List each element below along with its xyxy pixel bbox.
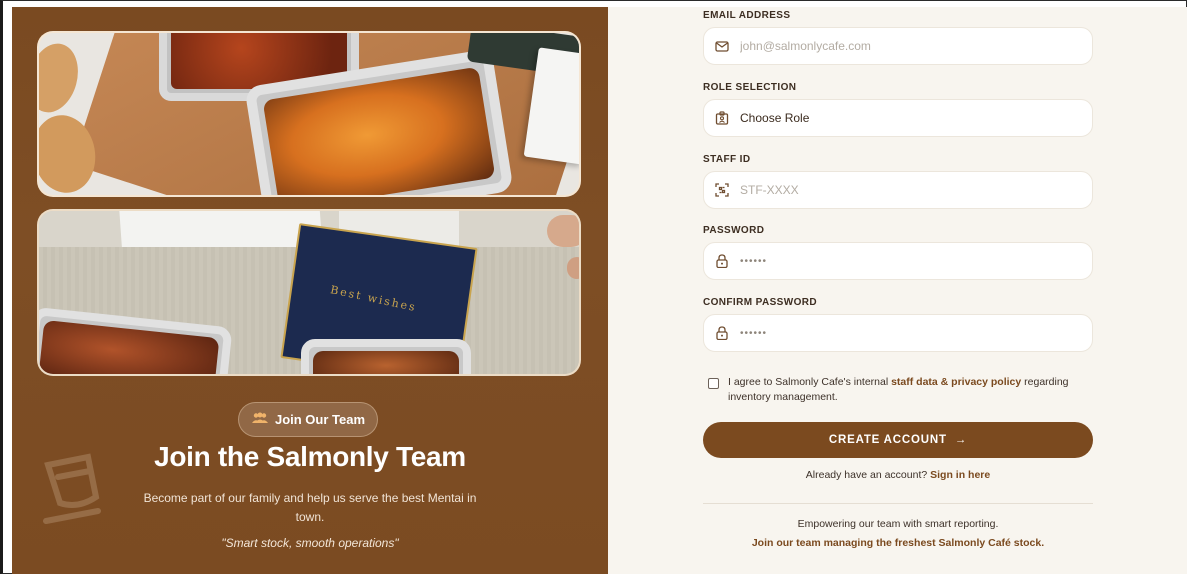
lock-icon	[704, 326, 740, 340]
signin-prompt: Already have an account? Sign in here	[703, 469, 1093, 481]
hero-panel: Best wishes Join Our Team Join the Salmo…	[12, 7, 608, 574]
footer-tagline: Empowering our team with smart reporting…	[797, 518, 999, 530]
hero-photo-dessert-trays	[37, 31, 581, 197]
page-title: Join the Salmonly Team	[154, 441, 466, 472]
staff-id-input[interactable]	[740, 183, 1070, 197]
agree-text: I agree to Salmonly Cafe's internal staf…	[728, 375, 1098, 405]
badge-label: Join Our Team	[274, 412, 366, 427]
agree-row: I agree to Salmonly Cafe's internal staf…	[708, 375, 1098, 405]
staff-id-field-wrapper	[703, 171, 1093, 209]
agree-text-prefix: I agree to Salmonly Cafe's internal	[728, 376, 892, 388]
mail-icon	[704, 40, 740, 52]
signin-prefix: Already have an account?	[805, 469, 931, 481]
staff-id-label: STAFF ID	[703, 154, 751, 165]
signin-link[interactable]: Sign in here	[930, 469, 990, 481]
email-label: EMAIL ADDRESS	[703, 10, 791, 21]
confirm-password-label: CONFIRM PASSWORD	[703, 297, 817, 308]
signup-form: EMAIL ADDRESS ROLE SELECTION Choose Role…	[608, 7, 1187, 574]
join-team-badge: Join Our Team	[238, 402, 378, 437]
greeting-card-text: Best wishes	[329, 283, 418, 315]
create-account-label: CREATE ACCOUNT	[828, 434, 947, 446]
agree-checkbox[interactable]	[708, 378, 719, 389]
app-window: Best wishes Join Our Team Join the Salmo…	[0, 0, 1187, 574]
role-select[interactable]: Choose Role	[703, 99, 1093, 137]
create-account-button[interactable]: CREATE ACCOUNT →	[703, 422, 1093, 458]
footer-cta: Join our team managing the freshest Salm…	[751, 537, 1045, 549]
team-icon	[251, 412, 269, 427]
hero-quote: "Smart stock, smooth operations"	[221, 536, 399, 550]
confirm-password-field-wrapper: ••••••	[703, 314, 1093, 352]
password-field-wrapper: ••••••	[703, 242, 1093, 280]
qr-scan-icon	[704, 183, 740, 197]
privacy-policy-link[interactable]: staff data & privacy policy	[891, 376, 1021, 388]
role-select-value: Choose Role	[740, 111, 810, 125]
email-field-wrapper	[703, 27, 1093, 65]
password-label: PASSWORD	[703, 225, 765, 236]
divider	[703, 503, 1093, 504]
password-input[interactable]: ••••••	[740, 256, 1070, 267]
lock-icon	[704, 254, 740, 268]
confirm-password-input[interactable]: ••••••	[740, 328, 1070, 339]
arrow-right-icon: →	[954, 434, 968, 446]
hero-subtitle: Become part of our family and help us se…	[143, 491, 477, 524]
hero-photo-greeting-card: Best wishes	[37, 209, 581, 376]
id-badge-icon	[704, 111, 740, 125]
role-label: ROLE SELECTION	[703, 82, 797, 93]
email-input[interactable]	[740, 39, 1070, 53]
